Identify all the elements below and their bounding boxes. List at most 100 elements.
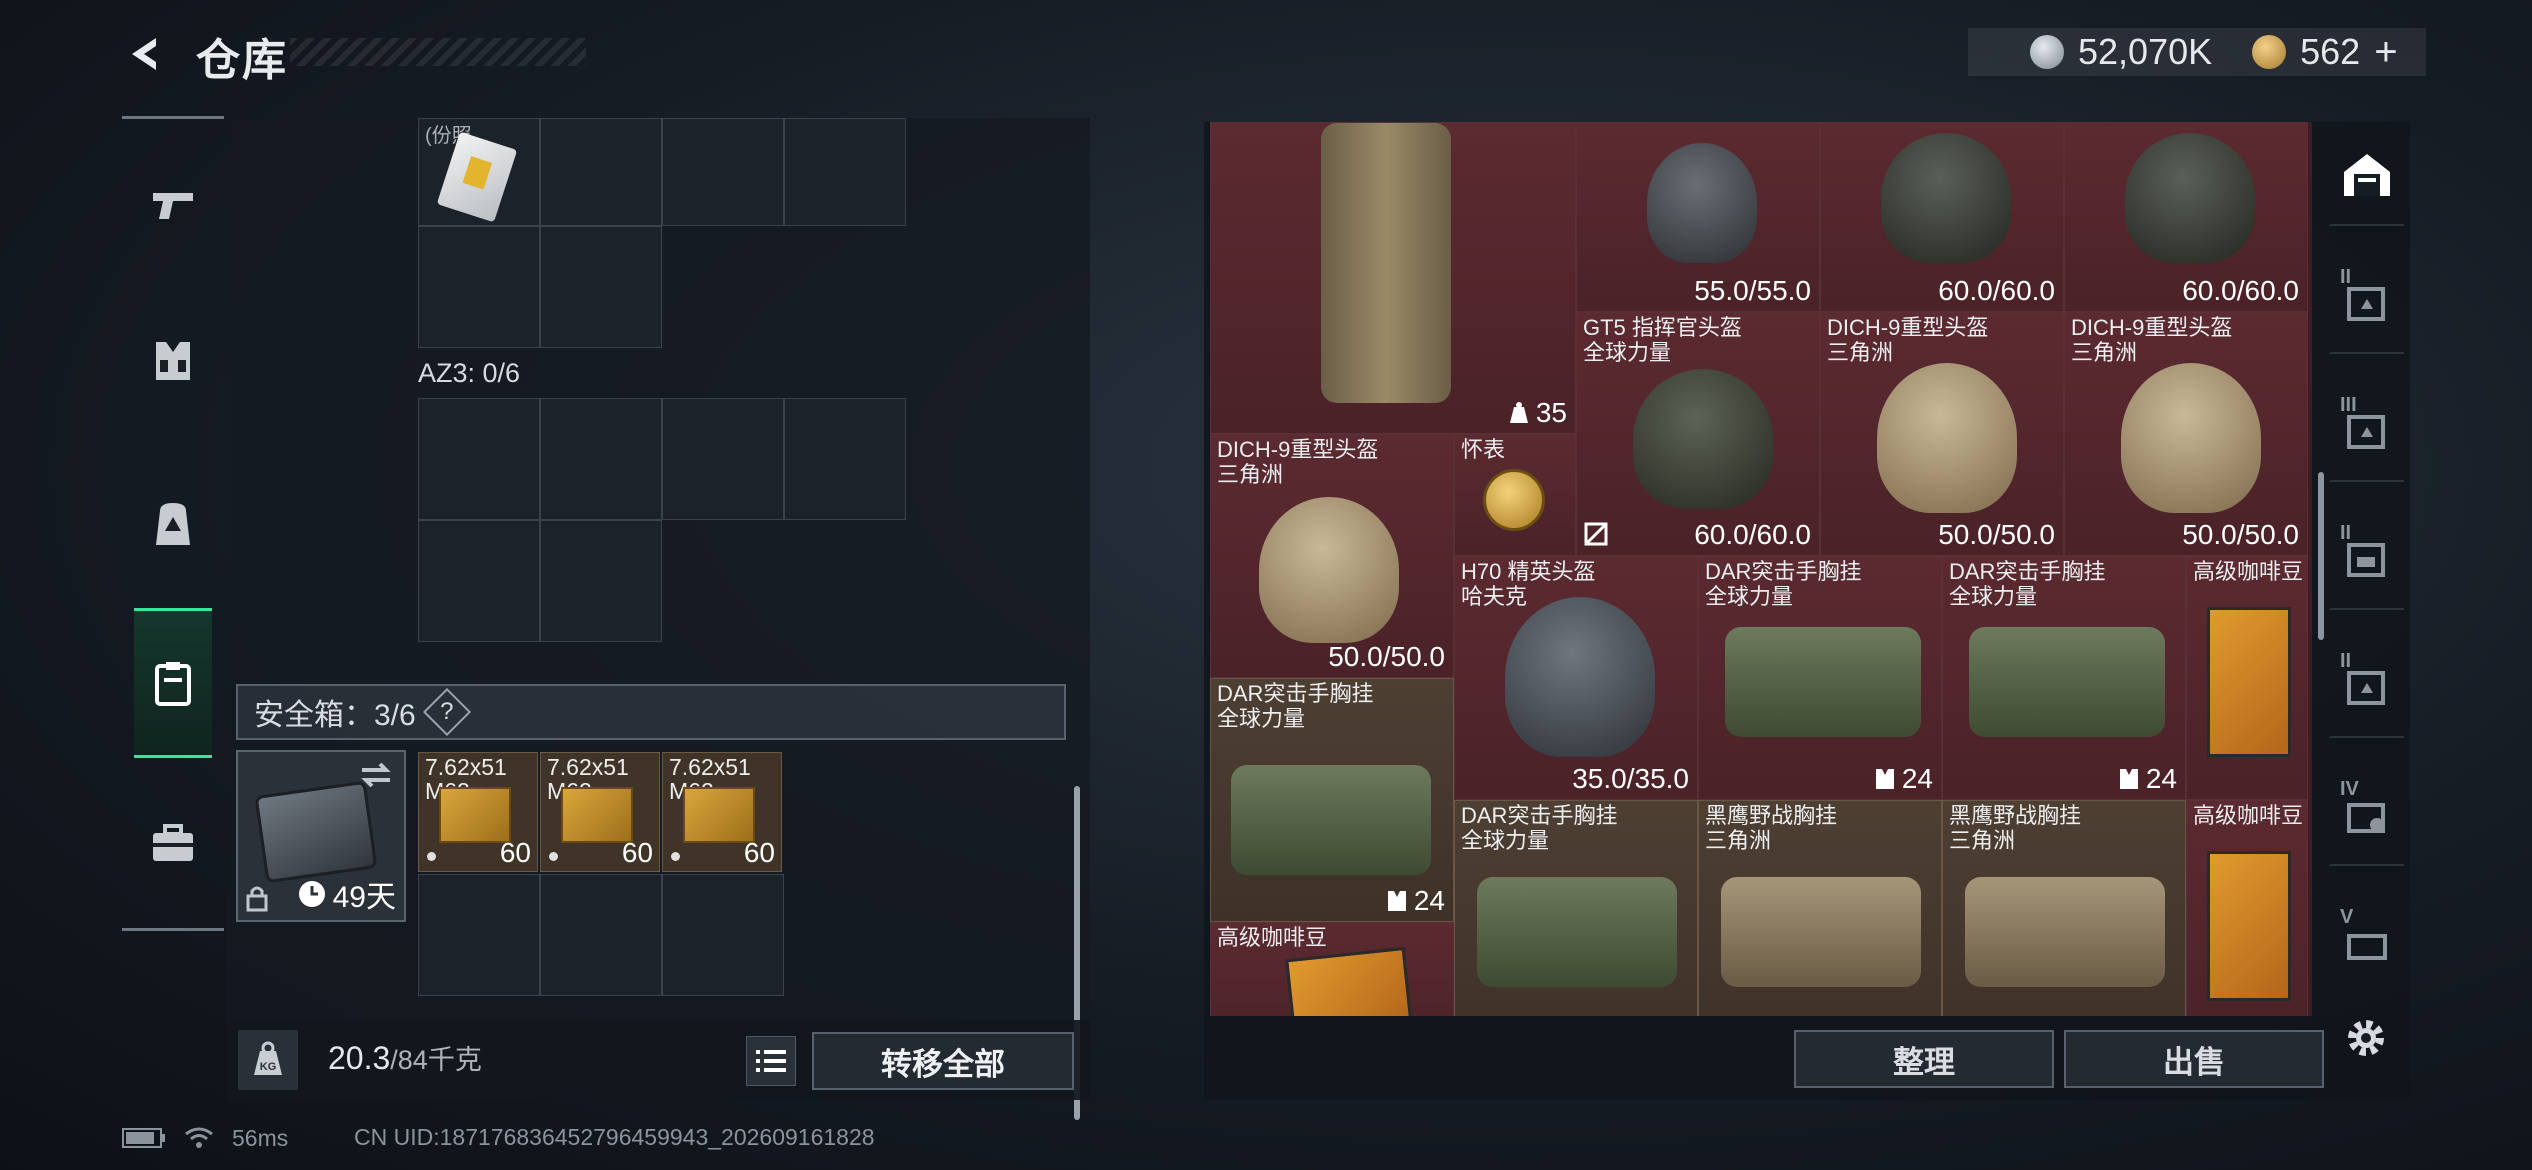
nav-backpack[interactable] (134, 470, 212, 580)
helmet-image (1881, 133, 2011, 263)
az3-slot[interactable] (540, 398, 662, 520)
stash-item-dar-rig[interactable]: DAR突击手胸挂 全球力量 24 (1942, 556, 2186, 800)
stash-home-icon (2344, 154, 2390, 196)
tab-expansion-box[interactable]: II (2330, 638, 2404, 738)
stash-item-coffee-beans[interactable]: 高级咖啡豆 (1210, 922, 1454, 1016)
weight-max: /84千克 (390, 1045, 482, 1075)
tab-expansion-box[interactable]: II (2330, 510, 2404, 610)
stash-item-blackhawk-rig[interactable]: 黑鹰野战胸挂 三角洲 (1698, 800, 1942, 1016)
az3-slot[interactable] (418, 398, 540, 520)
rig-capacity-icon (1387, 891, 1406, 911)
item-durability: 55.0/55.0 (1694, 275, 1811, 306)
stash-item-dich9-helmet[interactable]: DICH-9重型头盔 三角洲 50.0/50.0 (1210, 434, 1454, 678)
swap-icon[interactable] (358, 760, 394, 790)
rig-capacity-icon (2119, 769, 2138, 789)
stash-item-dar-rig[interactable]: DAR突击手胸挂 全球力量 24 (1210, 678, 1454, 922)
grid-slot[interactable] (418, 226, 540, 348)
safebox-case[interactable]: 49天 (236, 750, 406, 922)
item-durability: 35.0/35.0 (1572, 763, 1689, 794)
tab-expansion-box[interactable]: II (2330, 254, 2404, 354)
page-title: 仓库 (196, 36, 288, 85)
chest-rig-image (1969, 627, 2165, 737)
safebox-case-image (254, 780, 378, 884)
item-capacity: 24 (1874, 763, 1933, 795)
helmet-image (1647, 143, 1757, 263)
nav-briefcase[interactable] (134, 788, 212, 898)
helmet-image (1633, 369, 1773, 509)
help-icon[interactable]: ? (422, 687, 471, 737)
tab-expansion-box[interactable]: IV (2330, 766, 2404, 866)
stash-item-coffee-beans[interactable]: 高级咖啡豆 (2186, 800, 2308, 1016)
ammo-quantity: 60 (621, 837, 653, 868)
ammo-item[interactable]: 7.62x51M62 60 (418, 752, 538, 872)
stash-item-pocket-watch[interactable]: 怀表 (1454, 434, 1576, 556)
transfer-all-button[interactable]: 转移全部 (812, 1032, 1074, 1090)
ammo-item[interactable]: 7.62x51M62 60 (540, 752, 660, 872)
back-button[interactable] (118, 28, 170, 80)
loadout-panel: (份照... AZ3: 0/6 安全箱：3/6 ? 49天 7.62x51 60… (226, 118, 1090, 1120)
safebox-slot[interactable] (540, 874, 662, 996)
tab-expansion-box[interactable]: V (2330, 894, 2404, 994)
tab-expansion-box[interactable]: III (2330, 382, 2404, 482)
az3-slot[interactable] (418, 520, 540, 642)
stash-item-blackhawk-rig[interactable]: 黑鹰野战胸挂 三角洲 (1942, 800, 2186, 1016)
nav-chest-rig[interactable] (134, 306, 212, 416)
item-name: 怀表 (1461, 437, 1506, 462)
helmet-image (2121, 363, 2261, 513)
weight-readout: 20.3/84千克 (328, 1038, 482, 1077)
item-durability: 60.0/60.0 (1938, 275, 2055, 306)
stash-item-dar-rig[interactable]: DAR突击手胸挂 全球力量 24 (1698, 556, 1942, 800)
stash-item-vest-tall[interactable]: 35 (1210, 122, 1576, 434)
stash-item-helmet[interactable]: 60.0/60.0 (2064, 122, 2308, 312)
nav-safebox[interactable] (134, 608, 212, 758)
helmet-image (1259, 497, 1399, 643)
stash-grid: 35 55.0/55.0 60.0/60.0 60.0/60.0 GT5 指挥官… (1210, 122, 2312, 1016)
grid-slot[interactable] (662, 118, 784, 226)
stash-item-dar-rig[interactable]: DAR突击手胸挂 全球力量 (1454, 800, 1698, 1016)
sort-button[interactable]: 整理 (1794, 1030, 2054, 1088)
stash-item-helmet[interactable]: 55.0/55.0 (1576, 122, 1820, 312)
chest-rig-image (1477, 877, 1677, 987)
item-capacity: 24 (2118, 763, 2177, 795)
weight-bar: KG 20.3/84千克 转移全部 (226, 1020, 1090, 1100)
stash-item-gt5-helmet[interactable]: GT5 指挥官头盔 全球力量 60.0/60.0 (1576, 312, 1820, 556)
stash-panel: 35 55.0/55.0 60.0/60.0 60.0/60.0 GT5 指挥官… (1204, 122, 2410, 1100)
wifi-icon (185, 1127, 213, 1148)
stash-item-h70-helmet[interactable]: H70 精英头盔 哈夫克 35.0/35.0 (1454, 556, 1698, 800)
svg-text:KG: KG (260, 1061, 277, 1073)
grid-slot[interactable] (540, 118, 662, 226)
stash-item-helmet[interactable]: 60.0/60.0 (1820, 122, 2064, 312)
az3-slot[interactable] (662, 398, 784, 520)
coffee-bag-image (1285, 946, 1413, 1016)
ammo-item[interactable]: 7.62x51M62 60 (662, 752, 782, 872)
ammo-quantity: 60 (743, 837, 775, 868)
az3-slot[interactable] (540, 520, 662, 642)
sell-button[interactable]: 出售 (2064, 1030, 2324, 1088)
chest-rig-image (1725, 627, 1921, 737)
az3-slot[interactable] (784, 398, 906, 520)
stash-item-coffee-beans[interactable]: 高级咖啡豆 (2186, 556, 2308, 800)
stash-item-dich9-helmet[interactable]: DICH-9重型头盔 三角洲 50.0/50.0 (2064, 312, 2308, 556)
backpack-icon (156, 503, 190, 545)
grid-slot[interactable]: (份照... (418, 118, 540, 226)
silver-coin-value: 52,070K (2078, 31, 2213, 72)
tab-main-stash[interactable] (2330, 126, 2404, 226)
nav-divider (122, 928, 224, 931)
left-nav (122, 116, 224, 932)
grid-slot[interactable] (784, 118, 906, 226)
rig-capacity-icon (1875, 769, 1894, 789)
chest-rig-image (1721, 877, 1921, 987)
nav-weapons[interactable] (134, 150, 212, 260)
stash-item-dich9-helmet[interactable]: DICH-9重型头盔 三角洲 50.0/50.0 (1820, 312, 2064, 556)
settings-button[interactable] (2336, 1008, 2396, 1068)
add-currency-button[interactable]: + (2374, 30, 2397, 75)
list-view-button[interactable] (746, 1036, 796, 1086)
safebox-slot[interactable] (662, 874, 784, 996)
item-name: 高级咖啡豆 (1217, 925, 1328, 950)
coffee-bag-image (2207, 851, 2291, 1001)
battery-icon (122, 1128, 165, 1148)
gear-icon (2348, 1020, 2384, 1056)
grid-slot[interactable] (540, 226, 662, 348)
gold-coin-icon (2252, 35, 2287, 69)
safebox-slot[interactable] (418, 874, 540, 996)
